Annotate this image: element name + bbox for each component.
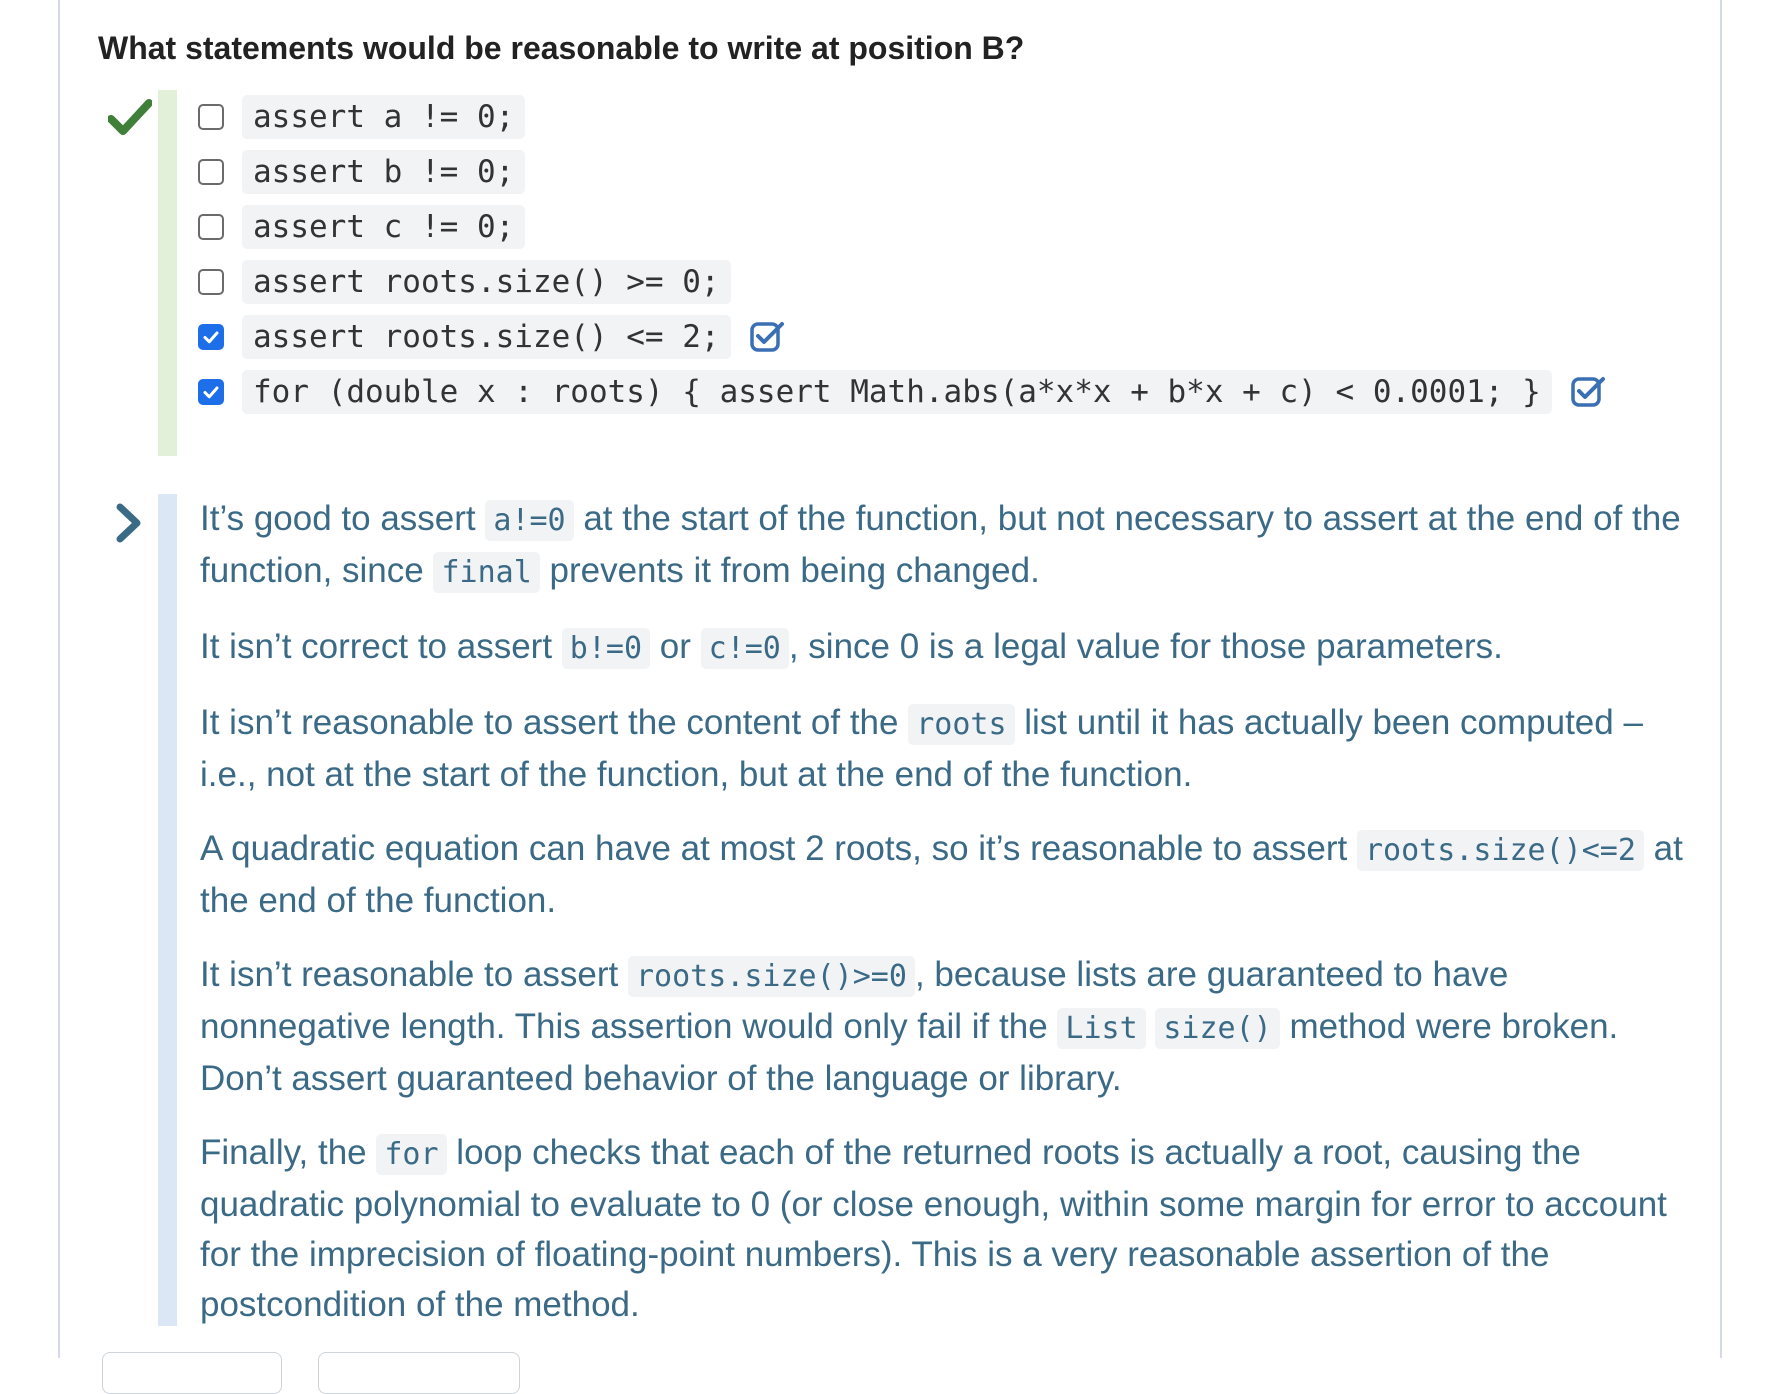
checkbox-check-icon — [203, 386, 219, 399]
choice-3[interactable]: assert c != 0; — [198, 202, 526, 252]
inline-code: b!=0 — [561, 628, 651, 669]
feedback-paragraph: It isn’t reasonable to assert the conten… — [200, 703, 1643, 794]
choice-6[interactable]: for (double x : roots) { assert Math.abs… — [198, 367, 1606, 417]
choice-4[interactable]: assert roots.size() >= 0; — [198, 257, 731, 307]
choice-checkbox-checked[interactable] — [198, 324, 224, 350]
choice-checkbox-checked[interactable] — [198, 379, 224, 405]
choice-5[interactable]: assert roots.size() <= 2; — [198, 312, 785, 362]
inline-code: roots.size()<=2 — [1356, 830, 1644, 871]
feedback-paragraph: It isn’t correct to assert b!=0 or c!=0,… — [200, 622, 1690, 674]
feedback-section: It’s good to assert a!=0 at the start of… — [200, 494, 1690, 1354]
checkbox-check-icon — [203, 331, 219, 344]
choice-code: assert roots.size() <= 2; — [242, 315, 731, 359]
choice-checkbox[interactable] — [198, 159, 224, 185]
choice-checkbox[interactable] — [198, 104, 224, 130]
inline-code: c!=0 — [700, 628, 789, 669]
bottom-button[interactable] — [102, 1352, 282, 1394]
checkbox-verified-icon — [1571, 377, 1605, 407]
feedback-paragraph: A quadratic equation can have at most 2 … — [200, 829, 1683, 920]
inline-code: roots.size()>=0 — [628, 956, 915, 997]
feedback-paragraph: It isn’t reasonable to assert roots.size… — [200, 955, 1619, 1098]
choice-checkbox[interactable] — [198, 214, 224, 240]
choices-status-bar — [158, 90, 177, 456]
question-title: What statements would be reasonable to w… — [98, 30, 1025, 66]
choice-1[interactable]: assert a != 0; — [198, 92, 526, 142]
inline-code: a!=0 — [485, 500, 574, 541]
bottom-button[interactable] — [318, 1352, 520, 1394]
choice-code: assert a != 0; — [242, 95, 526, 139]
feedback-status-bar — [158, 494, 177, 1326]
feedback-paragraph: Finally, the for loop checks that each o… — [200, 1133, 1667, 1324]
feedback-paragraph: It’s good to assert a!=0 at the start of… — [200, 494, 1690, 598]
chevron-right-icon[interactable] — [114, 502, 144, 544]
choice-code: assert roots.size() >= 0; — [242, 260, 731, 304]
inline-code: for — [376, 1134, 447, 1175]
choice-code: assert b != 0; — [242, 150, 526, 194]
inline-code: size() — [1155, 1008, 1280, 1049]
checkbox-verified-icon — [749, 322, 784, 352]
inline-code: roots — [908, 704, 1015, 745]
inline-code: final — [433, 552, 540, 593]
choice-2[interactable]: assert b != 0; — [198, 147, 526, 197]
choice-checkbox[interactable] — [198, 269, 224, 295]
choice-code: for (double x : roots) { assert Math.abs… — [242, 370, 1552, 414]
inline-code: List — [1057, 1008, 1146, 1049]
choice-code: assert c != 0; — [242, 205, 526, 249]
checkmark-icon — [108, 99, 152, 135]
